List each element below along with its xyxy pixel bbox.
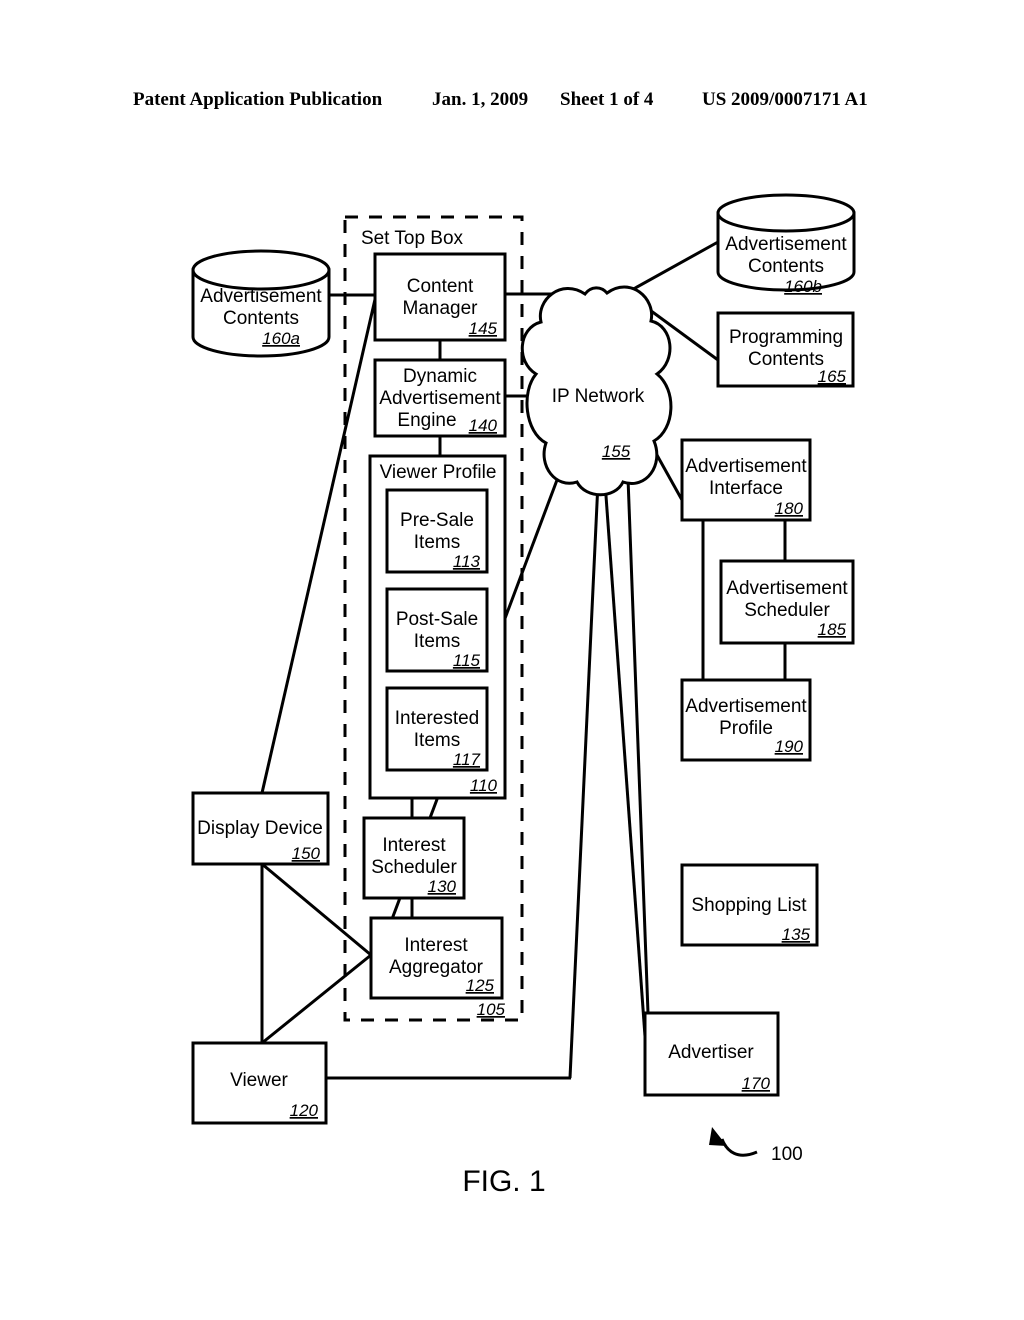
- box-advertiser[interactable]: Advertiser 170: [643, 1011, 780, 1097]
- box-advertisement-scheduler[interactable]: Advertisement Scheduler 185: [719, 559, 855, 645]
- interested-items-ref: 117: [453, 750, 481, 769]
- advertisement-scheduler-ref: 185: [818, 620, 847, 639]
- shopping-list-label: Shopping List: [691, 895, 807, 916]
- db-160a-ref: 160a: [262, 329, 300, 348]
- advertisement-profile-label-line1: Advertisement: [685, 696, 807, 717]
- cylinder-top-160b: [716, 193, 856, 233]
- post-sale-items-ref: 115: [453, 651, 481, 670]
- viewer-profile-title: Viewer Profile: [380, 462, 497, 483]
- viewer-ref: 120: [290, 1101, 319, 1120]
- link-ipnetwork-viewer: [568, 481, 600, 1079]
- interest-scheduler-ref: 130: [428, 877, 457, 896]
- advertiser-ref: 170: [742, 1074, 771, 1093]
- programming-contents-label-line1: Programming: [729, 327, 843, 348]
- db-advertisement-contents-160b[interactable]: Advertisement Contents 160b: [716, 193, 856, 296]
- link-displaydevice-interestaggregator: [261, 862, 372, 957]
- dynamic-ad-engine-ref: 140: [469, 416, 498, 435]
- advertisement-profile-label-line2: Profile: [719, 718, 773, 739]
- box-viewer-profile[interactable]: Viewer Profile 110 Pre-Sale Items 113 Po…: [368, 454, 507, 800]
- link-ipnetwork-shoppinglist: [603, 481, 650, 1079]
- post-sale-items-label-line1: Post-Sale: [396, 609, 478, 630]
- box-interest-aggregator[interactable]: Interest Aggregator 125: [369, 916, 504, 1000]
- dynamic-ad-engine-label-line3: Engine: [397, 410, 456, 431]
- box-shopping-list[interactable]: Shopping List 135: [680, 863, 819, 947]
- box-interested-items[interactable]: Interested Items 117: [385, 686, 489, 772]
- box-content-manager[interactable]: Content Manager 145: [373, 252, 507, 342]
- interest-scheduler-label-line2: Scheduler: [371, 857, 457, 878]
- figure-1-diagram: Set Top Box 105 Advertisement Contents 1…: [191, 193, 856, 1198]
- viewer-label: Viewer: [230, 1070, 288, 1091]
- cylinder-top-160a: [191, 249, 331, 291]
- interested-items-label-line1: Interested: [395, 708, 480, 729]
- box-post-sale-items[interactable]: Post-Sale Items 115: [385, 587, 489, 673]
- interested-items-label-line2: Items: [414, 730, 460, 751]
- viewer-profile-ref: 110: [470, 776, 498, 795]
- box-dynamic-advertisement-engine[interactable]: Dynamic Advertisement Engine 140: [373, 358, 507, 438]
- dynamic-ad-engine-label-line2: Advertisement: [379, 388, 501, 409]
- advertisement-scheduler-label-line2: Scheduler: [744, 600, 830, 621]
- db-160b-label-line1: Advertisement: [725, 234, 847, 255]
- db-160b-label-line2: Contents: [748, 256, 824, 277]
- post-sale-items-label-line2: Items: [414, 631, 460, 652]
- link-viewer-interestaggregator: [261, 953, 372, 1045]
- cloud-ip-network[interactable]: IP Network 155: [520, 285, 673, 497]
- interest-aggregator-label-line1: Interest: [404, 935, 468, 956]
- link-contentmanager-displaydevice: [260, 294, 378, 794]
- db-160b-ref: 160b: [784, 277, 822, 296]
- pre-sale-items-ref: 113: [453, 552, 481, 571]
- set-top-box-title: Set Top Box: [361, 228, 464, 249]
- content-manager-label-line2: Manager: [403, 298, 479, 319]
- box-interest-scheduler[interactable]: Interest Scheduler 130: [362, 816, 466, 900]
- content-manager-ref: 145: [469, 319, 498, 338]
- system-ref-100: 100: [771, 1144, 803, 1165]
- advertiser-label: Advertiser: [668, 1042, 754, 1063]
- box-pre-sale-items[interactable]: Pre-Sale Items 113: [385, 488, 489, 574]
- programming-contents-label-line2: Contents: [748, 349, 824, 370]
- system-callout-100: 100: [709, 1127, 803, 1165]
- advertisement-interface-ref: 180: [775, 499, 804, 518]
- programming-contents-ref: 165: [818, 367, 847, 386]
- display-device-ref: 150: [292, 844, 321, 863]
- link-ipnetwork-adcontents160b: [627, 240, 719, 294]
- box-display-device[interactable]: Display Device 150: [191, 791, 330, 866]
- shopping-list-ref: 135: [782, 925, 811, 944]
- interest-aggregator-label-line2: Aggregator: [389, 957, 484, 978]
- box-advertisement-profile[interactable]: Advertisement Profile 190: [680, 678, 812, 762]
- callout-arrowhead-icon: [709, 1127, 727, 1146]
- patent-figure-page: Patent Application Publication Jan. 1, 2…: [0, 0, 1024, 1320]
- db-160a-label-line1: Advertisement: [200, 286, 322, 307]
- interest-aggregator-ref: 125: [466, 976, 495, 995]
- advertisement-profile-ref: 190: [775, 737, 804, 756]
- box-programming-contents[interactable]: Programming Contents 165: [716, 311, 855, 388]
- display-device-label: Display Device: [197, 818, 323, 839]
- box-advertisement-interface[interactable]: Advertisement Interface 180: [680, 438, 812, 522]
- box-viewer[interactable]: Viewer 120: [191, 1041, 328, 1125]
- db-advertisement-contents-160a[interactable]: Advertisement Contents 160a: [191, 249, 331, 358]
- ip-network-label: IP Network: [552, 386, 645, 407]
- db-160a-label-line2: Contents: [223, 308, 299, 329]
- advertisement-interface-label-line1: Advertisement: [685, 456, 807, 477]
- callout-curve: [720, 1138, 758, 1157]
- interest-scheduler-label-line1: Interest: [382, 835, 446, 856]
- advertisement-interface-label-line2: Interface: [709, 478, 783, 499]
- ip-network-ref: 155: [602, 442, 631, 461]
- pre-sale-items-label-line1: Pre-Sale: [400, 510, 474, 531]
- content-manager-label-line1: Content: [407, 276, 474, 297]
- dynamic-ad-engine-label-line1: Dynamic: [403, 366, 477, 387]
- figure-caption: FIG. 1: [462, 1165, 545, 1198]
- advertisement-scheduler-label-line1: Advertisement: [726, 578, 848, 599]
- pre-sale-items-label-line2: Items: [414, 532, 460, 553]
- set-top-box-ref: 105: [477, 1000, 506, 1019]
